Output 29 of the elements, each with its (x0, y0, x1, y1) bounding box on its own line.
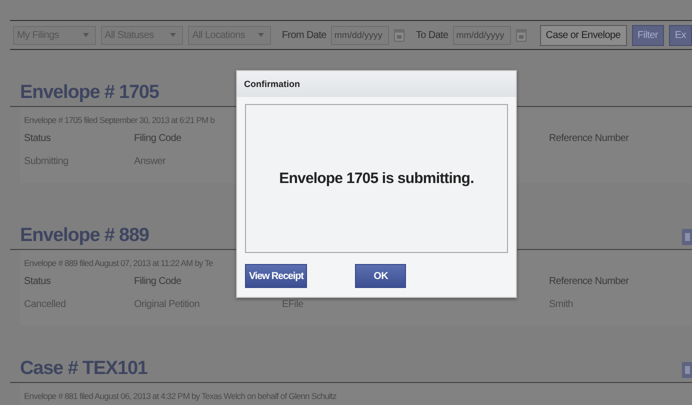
caret-icon (258, 33, 264, 37)
action-icon[interactable] (682, 362, 692, 378)
to-date-label: To Date (416, 30, 448, 40)
caret-icon (82, 33, 89, 37)
from-date-field[interactable]: mm/dd/yyyy (331, 26, 390, 44)
column-header: Status (24, 276, 52, 287)
filing-description: Envelope # 881 filed August 06, 2013 at 4:32 PM by Texas Welch on behalf of Glenn Schultz (24, 390, 338, 403)
dialog-message: Envelope 1705 is submitting. (279, 170, 474, 187)
calendar-icon[interactable] (516, 28, 527, 42)
case-envelope-button[interactable]: Case or Envelope (540, 24, 626, 46)
ok-button[interactable]: OK (355, 264, 406, 288)
section-title: Envelope # 1705 (20, 82, 159, 104)
section-title: Envelope # 889 (20, 225, 149, 247)
from-date-label: From Date (282, 30, 326, 40)
filter-button[interactable]: Filter (632, 24, 664, 46)
column-header: Status (24, 133, 52, 144)
caret-icon (170, 33, 176, 37)
calendar-icon[interactable] (394, 28, 405, 42)
column-header: Reference Number (549, 133, 630, 144)
filing-description: Envelope # 889 filed August 07, 2013 at 11:22 AM by Te (24, 257, 214, 270)
to-date-field[interactable]: mm/dd/yyyy (453, 26, 512, 44)
filter-button[interactable]: Ex (668, 24, 692, 46)
section-title: Case # TEX101 (20, 358, 148, 380)
column-header: Filing Code (134, 133, 182, 144)
view-receipt-button[interactable]: View Receipt (245, 264, 308, 288)
action-icon[interactable] (682, 229, 692, 245)
filing-description: Envelope # 1705 filed September 30, 2013 at 6:21 PM b (24, 114, 216, 127)
dialog-title: Confirmation (237, 71, 516, 97)
column-header: Reference Number (549, 276, 630, 287)
